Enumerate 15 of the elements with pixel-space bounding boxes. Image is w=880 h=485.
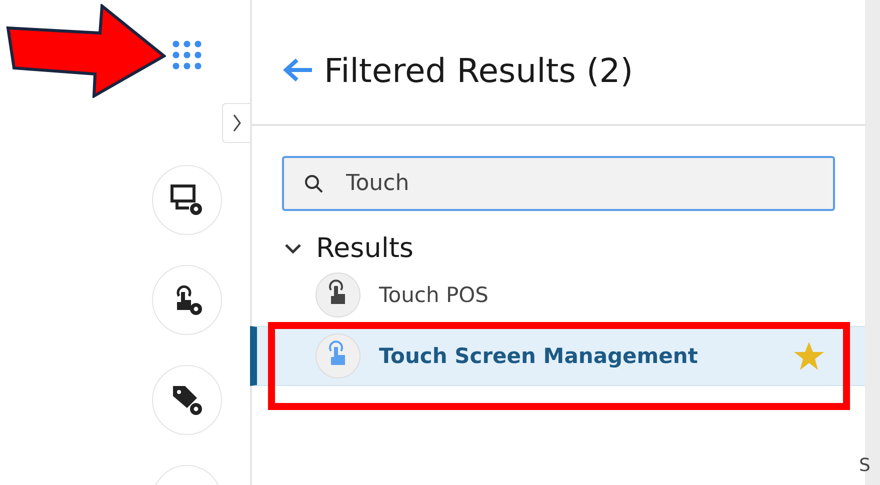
chevron-right-icon (232, 113, 242, 133)
panel-title: Filtered Results (2) (324, 50, 634, 90)
edge-text: S (859, 455, 870, 476)
result-item[interactable]: Touch Screen Management (250, 326, 865, 386)
search-icon (304, 174, 324, 194)
monitor-gear-icon (169, 182, 205, 218)
app-grid-icon[interactable] (171, 39, 203, 71)
results-toggle[interactable]: Results (282, 233, 835, 264)
expand-tab[interactable] (222, 103, 250, 143)
touch-icon (315, 333, 361, 379)
result-item[interactable]: Touch POS (250, 266, 865, 324)
touch-icon (315, 272, 361, 318)
back-arrow-icon[interactable] (282, 57, 314, 83)
search-field[interactable]: Touch (282, 156, 835, 211)
star-icon[interactable] (793, 341, 825, 371)
